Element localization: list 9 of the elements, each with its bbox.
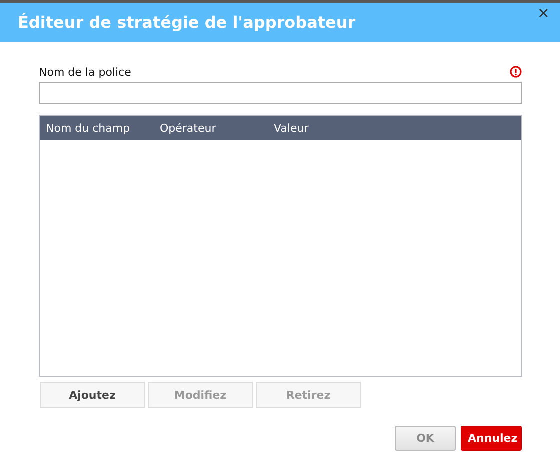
field-label: Nom de la police xyxy=(39,66,132,78)
column-header[interactable]: Valeur xyxy=(274,122,309,134)
dialog-button[interactable]: Annulez xyxy=(461,426,522,451)
window-title: Éditeur de stratégie de l'approbateur xyxy=(18,13,356,32)
close-button[interactable]: × xyxy=(535,4,552,22)
input-field[interactable] xyxy=(39,82,522,104)
table-action-button[interactable]: Ajoutez xyxy=(40,382,145,408)
column-header[interactable]: Opérateur xyxy=(160,122,274,134)
column-header[interactable]: Nom du champ xyxy=(46,122,160,134)
